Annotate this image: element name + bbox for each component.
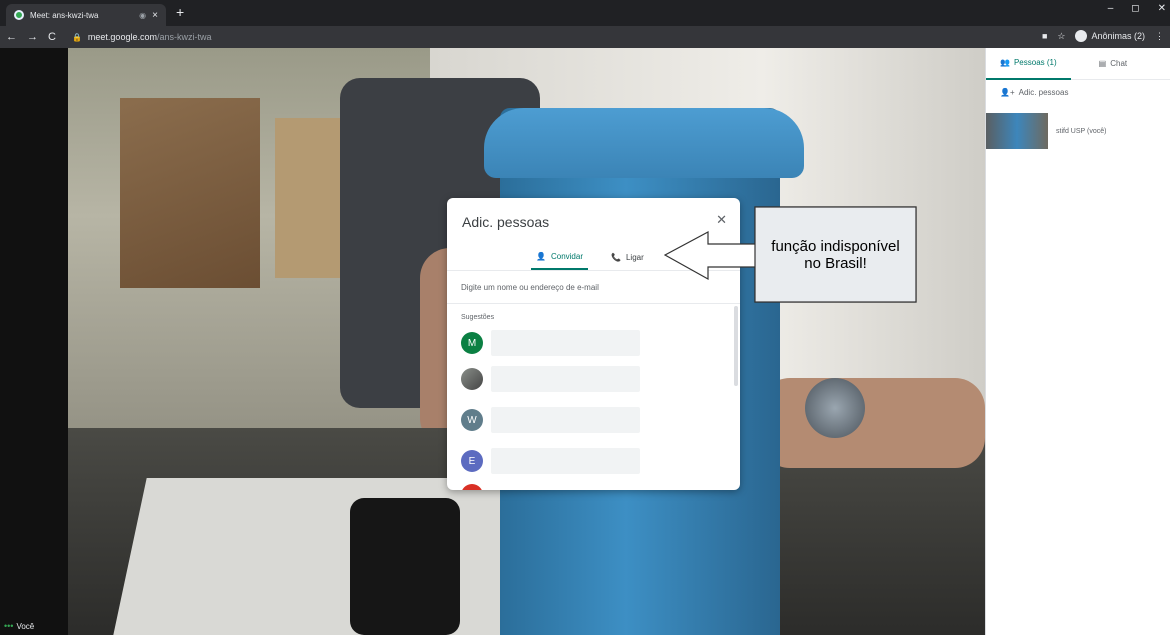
avatar: M: [461, 332, 483, 354]
close-window-button[interactable]: ✕: [1158, 3, 1166, 14]
wristwatch: [805, 378, 865, 438]
panel-tabs: 👥 Pessoas (1) ▤ Chat: [986, 48, 1170, 80]
back-arrow-icon[interactable]: ←: [6, 31, 17, 43]
participant-name: stifd USP (você): [1056, 127, 1107, 135]
lock-icon: 🔒: [71, 32, 82, 42]
more-menu-icon[interactable]: ⋮: [1155, 31, 1164, 42]
browser-tab[interactable]: Meet: ans-kwzi-twa ◉ ×: [6, 4, 166, 26]
url-host: meet.google.com: [87, 32, 157, 42]
url-path: /ans-kwzi-twa: [156, 32, 212, 42]
dialog-scrollbar[interactable]: [734, 306, 738, 386]
side-panel: 👥 Pessoas (1) ▤ Chat 👤+ Adic. pessoas st…: [985, 48, 1170, 635]
tab-title: Meet: ans-kwzi-twa: [30, 10, 99, 20]
phone-icon: 📞: [611, 252, 621, 262]
suggestion-item[interactable]: E: [461, 448, 640, 474]
suggestion-item[interactable]: [461, 366, 640, 392]
reload-icon[interactable]: C: [48, 31, 56, 43]
person-add-icon: 👤: [536, 251, 546, 261]
chat-icon: ▤: [1098, 59, 1107, 68]
star-icon[interactable]: ☆: [1057, 31, 1065, 42]
recording-dot-icon: ◉: [139, 10, 147, 20]
suggestion-item[interactable]: [461, 484, 483, 490]
address-bar: ← → C 🔒 meet.google.com /ans-kwzi-twa ■ …: [0, 26, 1170, 48]
avatar: [461, 484, 483, 490]
incognito-profile-button[interactable]: Anônimas (2): [1075, 30, 1145, 42]
address-bar-actions: ■ ☆ Anônimas (2) ⋮: [1042, 30, 1164, 42]
tab-chat[interactable]: ▤ Chat: [1085, 48, 1141, 80]
person-add-icon: 👤+: [1000, 88, 1015, 97]
tab-close-button[interactable]: ×: [152, 10, 158, 21]
suggestions-label: Sugestões: [461, 314, 495, 321]
audio-dots-icon: •••: [4, 621, 14, 631]
callout-text: função indisponível no Brasil!: [771, 237, 900, 272]
add-people-button[interactable]: 👤+ Adic. pessoas: [986, 80, 1170, 105]
participant-thumbnail: [986, 113, 1048, 149]
people-icon: 👥: [1000, 58, 1010, 67]
participant-row[interactable]: stifd USP (você): [986, 105, 1170, 149]
self-label: ••• Você: [4, 621, 35, 631]
new-tab-button[interactable]: +: [176, 4, 184, 20]
maximize-button[interactable]: ◻: [1131, 3, 1139, 14]
meet-favicon-icon: [14, 10, 24, 20]
browser-tab-bar: Meet: ans-kwzi-twa ◉ × + – ◻ ✕: [0, 0, 1170, 26]
dialog-title: Adic. pessoas: [462, 214, 550, 230]
forward-arrow-icon[interactable]: →: [27, 31, 38, 43]
url-field[interactable]: 🔒 meet.google.com /ans-kwzi-twa: [72, 32, 212, 42]
profile-label: Anônimas (2): [1091, 31, 1145, 41]
avatar: W: [461, 409, 483, 431]
tab-invite[interactable]: 👤 Convidar: [531, 244, 588, 270]
camera-icon[interactable]: ■: [1042, 31, 1047, 41]
suggestion-item[interactable]: W: [461, 407, 640, 433]
incognito-icon: [1075, 30, 1088, 42]
window-controls: – ◻ ✕: [1108, 3, 1166, 14]
tab-call[interactable]: 📞 Ligar: [611, 244, 644, 270]
avatar: E: [461, 450, 483, 472]
cardboard-boxes: [120, 98, 260, 288]
minimize-button[interactable]: –: [1108, 3, 1114, 14]
tab-people[interactable]: 👥 Pessoas (1): [986, 48, 1071, 80]
suggestion-item[interactable]: M: [461, 330, 640, 356]
avatar: [461, 368, 483, 390]
